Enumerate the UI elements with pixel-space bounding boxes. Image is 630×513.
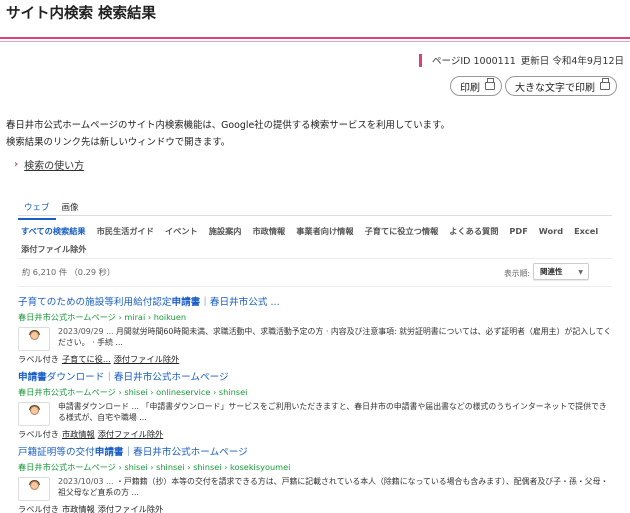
result-title-link[interactable]: 子育てのための施設等利用給付認定申請書｜春日井市公式 ... [18, 294, 612, 308]
howto-row: › 検索の使い方 [14, 157, 84, 172]
printer-icon [485, 78, 495, 90]
result-labels: ラベル付き 市政情報 添付ファイル除外 [18, 504, 164, 513]
chevron-right-icon: › [14, 159, 19, 170]
label-link[interactable]: 添付ファイル除外 [98, 429, 164, 439]
howto-link[interactable]: 検索の使い方 [24, 157, 84, 172]
page-meta: ページID 1000111 更新日 令和4年9月12日 [419, 53, 624, 67]
refinement-divider [18, 258, 612, 259]
intro-text: 春日井市公式ホームページのサイト内検索機能は、Google社の提供する検索サービ… [6, 117, 450, 151]
result-url: 春日井市公式ホームページ › shisei › shinsei › shinse… [18, 462, 291, 472]
result-labels: ラベル付き 子育てに役... 添付ファイル除外 [18, 354, 180, 364]
result-url: 春日井市公式ホームページ › shisei › onlineservice › … [18, 387, 248, 397]
sort-label: 表示順: [504, 269, 531, 278]
label-link[interactable]: 市政情報 [62, 429, 95, 439]
refine-business[interactable]: 事業者向け情報 [293, 222, 356, 240]
intro-line-1: 春日井市公式ホームページのサイト内検索機能は、Google社の提供する検索サービ… [6, 120, 450, 131]
tab-images[interactable]: 画像 [56, 199, 85, 220]
refine-word[interactable]: Word [536, 222, 566, 240]
result-thumbnail[interactable] [18, 327, 50, 351]
label-link[interactable]: 市政情報 [62, 504, 95, 513]
result-snippet: 2023/10/03 ... ・戸籍籍（抄）本等の交付を請求できる方は、戸籍に記… [58, 477, 609, 497]
mascot-icon [30, 406, 39, 415]
refine-life-guide[interactable]: 市民生活ガイド [94, 222, 157, 240]
refine-city-info[interactable]: 市政情報 [249, 222, 288, 240]
result-count: 約 6,210 件 （0.29 秒） [22, 267, 116, 277]
refine-excel[interactable]: Excel [571, 222, 601, 240]
result-title-link[interactable]: 申請書ダウンロード｜春日井市公式ホームページ [18, 369, 612, 383]
result-snippet: 2023/09/29 ... 月間就労時間60時間未満、求職活動中、求職活動予定… [58, 327, 612, 347]
refine-pdf[interactable]: PDF [506, 222, 530, 240]
title-divider [0, 37, 630, 39]
intro-line-2: 検索結果のリンク先は新しいウィンドウで開きます。 [6, 137, 231, 148]
result-snippet: 申請書ダウンロード ... 「申請書ダウンロード」サービスをご利用いただきますと… [58, 402, 607, 422]
result-url: 春日井市公式ホームページ › mirai › hoikuen [18, 312, 187, 322]
updated-date: 更新日 令和4年9月12日 [520, 56, 624, 67]
large-print-button[interactable]: 大きな文字で印刷 [505, 76, 617, 96]
sort-select[interactable]: 関連性 ▼ [533, 263, 589, 280]
refine-facilities[interactable]: 施設案内 [206, 222, 245, 240]
chevron-down-icon: ▼ [578, 269, 583, 276]
page-id: ページID 1000111 [432, 56, 516, 67]
result-labels: ラベル付き 市政情報 添付ファイル除外 [18, 429, 164, 439]
search-result: 子育てのための施設等利用給付認定申請書｜春日井市公式 ... 春日井市公式ホーム… [18, 294, 612, 365]
search-result: 申請書ダウンロード｜春日井市公式ホームページ 春日井市公式ホームページ › sh… [18, 369, 612, 440]
label-link[interactable]: 子育てに役... [62, 354, 111, 364]
label-link[interactable]: 添付ファイル除外 [114, 354, 180, 364]
refinement-bar: すべての検索結果 市民生活ガイド イベント 施設案内 市政情報 事業者向け情報 … [18, 222, 612, 258]
page-title: サイト内検索 検索結果 [6, 6, 157, 22]
mascot-icon [30, 331, 39, 340]
tabs-divider [18, 215, 612, 216]
meta-accent-bar [419, 53, 423, 67]
refine-all[interactable]: すべての検索結果 [18, 222, 89, 240]
refine-exclude-attachments[interactable]: 添付ファイル除外 [18, 240, 90, 258]
result-thumbnail[interactable] [18, 477, 50, 501]
label-link[interactable]: 添付ファイル除外 [98, 504, 164, 513]
search-result: 戸籍証明等の交付申請書｜春日井市公式ホームページ 春日井市公式ホームページ › … [18, 444, 612, 513]
refine-childcare[interactable]: 子育てに役立つ情報 [362, 222, 442, 240]
refine-events[interactable]: イベント [162, 222, 201, 240]
sort-value: 関連性 [540, 267, 563, 276]
printer-icon [600, 78, 610, 90]
search-tabs: ウェブ 画像 [18, 199, 85, 220]
result-title-link[interactable]: 戸籍証明等の交付申請書｜春日井市公式ホームページ [18, 444, 612, 458]
result-thumbnail[interactable] [18, 402, 50, 426]
large-print-label: 大きな文字で印刷 [515, 82, 595, 94]
mascot-icon [30, 481, 39, 490]
refine-faq[interactable]: よくある質問 [446, 222, 501, 240]
tab-web[interactable]: ウェブ [18, 199, 56, 220]
print-button[interactable]: 印刷 [450, 76, 502, 96]
title-divider-thin [0, 41, 630, 42]
results-divider [18, 286, 612, 287]
print-label: 印刷 [460, 82, 480, 94]
